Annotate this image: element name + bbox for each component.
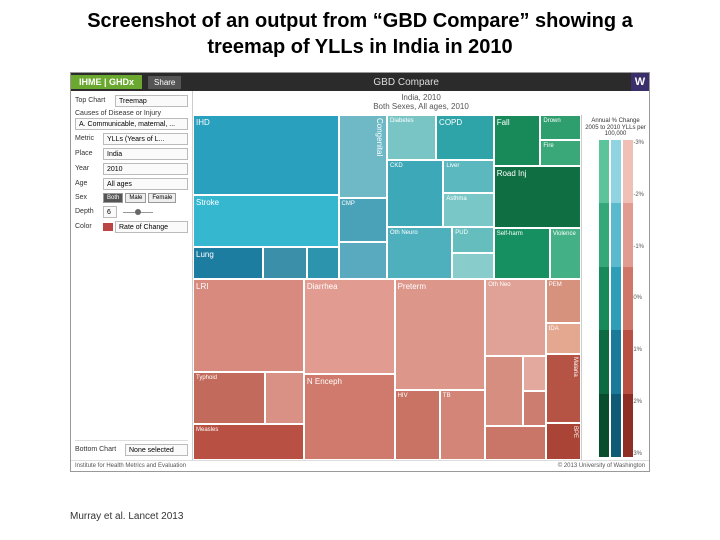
cell-small-d[interactable]	[452, 253, 493, 279]
cell-tb[interactable]: TB	[440, 390, 485, 460]
app-title: GBD Compare	[181, 77, 631, 88]
place-label: Place	[75, 150, 103, 157]
cell-small-b[interactable]	[307, 247, 339, 279]
vis-header-line1: India, 2010	[193, 93, 649, 102]
app-footer: Institute for Health Metrics and Evaluat…	[71, 460, 649, 471]
footer-left: Institute for Health Metrics and Evaluat…	[75, 463, 186, 469]
footer-right: © 2013 University of Washington	[558, 463, 645, 469]
top-chart-label: Top Chart	[75, 97, 115, 104]
cell-small-c[interactable]	[339, 242, 388, 279]
year-select[interactable]: 2010	[103, 163, 188, 175]
cell-small-e[interactable]	[265, 372, 304, 424]
color-swatch-icon	[103, 223, 113, 231]
sex-female-button[interactable]: Female	[148, 193, 176, 203]
cell-oth-neuro[interactable]: Oth Neuro	[387, 227, 452, 279]
sex-male-button[interactable]: Male	[125, 193, 146, 203]
legend-bar-blue	[611, 140, 621, 457]
slide-title: Screenshot of an output from “GBD Compar…	[0, 0, 720, 72]
cell-fall[interactable]: Fall	[494, 115, 541, 166]
cell-pud[interactable]: PUD	[452, 227, 493, 253]
citation: Murray et al. Lancet 2013	[70, 511, 183, 522]
legend-bar-green	[599, 140, 609, 457]
cell-small-h[interactable]	[485, 426, 545, 460]
cell-copd[interactable]: COPD	[436, 115, 494, 160]
bottom-chart-label: Bottom Chart	[75, 446, 125, 453]
cell-preterm[interactable]: Preterm	[395, 279, 486, 390]
depth-value[interactable]: 6	[103, 206, 117, 218]
legend-ticks: -3%-2%-1%0%1%2%3%	[633, 140, 644, 457]
sex-radio-group: Both Male Female	[103, 193, 176, 203]
year-label: Year	[75, 165, 103, 172]
cell-violence[interactable]: Violence	[550, 228, 581, 279]
uw-logo: W	[631, 73, 649, 91]
cell-lung[interactable]: Lung	[193, 247, 263, 279]
sex-both-button[interactable]: Both	[103, 193, 123, 203]
vis-header: India, 2010 Both Sexes, All ages, 2010	[193, 91, 649, 115]
cell-hiv[interactable]: HIV	[395, 390, 440, 460]
cell-oth-neo[interactable]: Oth Neo	[485, 279, 545, 355]
brand-label[interactable]: IHME | GHDx	[71, 75, 142, 89]
cell-diabetes[interactable]: Diabetes	[387, 115, 436, 160]
cell-liver[interactable]: Liver	[443, 160, 493, 194]
cause-select[interactable]: A. Communicable, maternal, ...	[75, 118, 188, 130]
bottom-chart-select[interactable]: None selected	[125, 444, 188, 456]
cell-fire[interactable]: Fire	[540, 140, 581, 165]
top-chart-select[interactable]: Treemap	[115, 95, 188, 107]
legend: Annual % Change 2005 to 2010 YLLs per 10…	[581, 115, 649, 460]
cell-small-a[interactable]	[263, 247, 307, 279]
cell-ihd[interactable]: IHD	[193, 115, 339, 195]
cell-road-inj[interactable]: Road Inj	[494, 166, 581, 229]
sidebar: Top Chart Treemap Causes of Disease or I…	[71, 91, 193, 460]
cell-n-enceph[interactable]: N Enceph	[304, 374, 395, 460]
place-select[interactable]: India	[103, 148, 188, 160]
depth-label: Depth	[75, 208, 103, 215]
color-select[interactable]: Rate of Change	[115, 221, 188, 233]
cell-diarrhea[interactable]: Diarrhea	[304, 279, 395, 374]
cell-typhoid[interactable]: Typhoid	[193, 372, 265, 424]
sex-label: Sex	[75, 194, 103, 201]
cell-stroke[interactable]: Stroke	[193, 195, 339, 247]
cell-asthma[interactable]: Asthma	[443, 193, 493, 227]
color-label: Color	[75, 223, 103, 230]
cell-measles[interactable]: Measles	[193, 424, 304, 460]
share-button[interactable]: Share	[148, 76, 181, 89]
cell-oth-neo2[interactable]	[485, 356, 523, 426]
legend-bar-red	[623, 140, 633, 457]
cell-congenital[interactable]: Congenital	[339, 115, 388, 198]
legend-title: Annual % Change 2005 to 2010 YLLs per 10…	[585, 118, 646, 138]
age-select[interactable]: All ages	[103, 178, 188, 190]
cell-self-harm[interactable]: Self-harm	[494, 228, 550, 279]
cell-ckd[interactable]: CKD	[387, 160, 443, 227]
cell-pem[interactable]: PEM	[546, 279, 581, 323]
treemap[interactable]: IHD Stroke Lung Congenital CMP	[193, 115, 581, 460]
cause-label: Causes of Disease or Injury	[75, 110, 188, 117]
cell-ida[interactable]: IDA	[546, 323, 581, 354]
cell-lri[interactable]: LRI	[193, 279, 304, 372]
visualization-area: India, 2010 Both Sexes, All ages, 2010 I…	[193, 91, 649, 460]
cell-small-g[interactable]	[523, 391, 545, 426]
app-window: IHME | GHDx Share GBD Compare W Top Char…	[70, 72, 650, 472]
cell-drown[interactable]: Drown	[540, 115, 581, 140]
cell-bpe[interactable]: BPE	[546, 423, 581, 460]
age-label: Age	[75, 180, 103, 187]
metric-label: Metric	[75, 135, 103, 142]
cell-cmp[interactable]: CMP	[339, 198, 388, 243]
depth-slider[interactable]	[123, 212, 153, 213]
vis-header-line2: Both Sexes, All ages, 2010	[193, 102, 649, 111]
app-header: IHME | GHDx Share GBD Compare W	[71, 73, 649, 91]
metric-select[interactable]: YLLs (Years of L...	[103, 133, 188, 145]
cell-small-f[interactable]	[523, 356, 545, 391]
cell-malaria[interactable]: Malaria	[546, 354, 581, 423]
